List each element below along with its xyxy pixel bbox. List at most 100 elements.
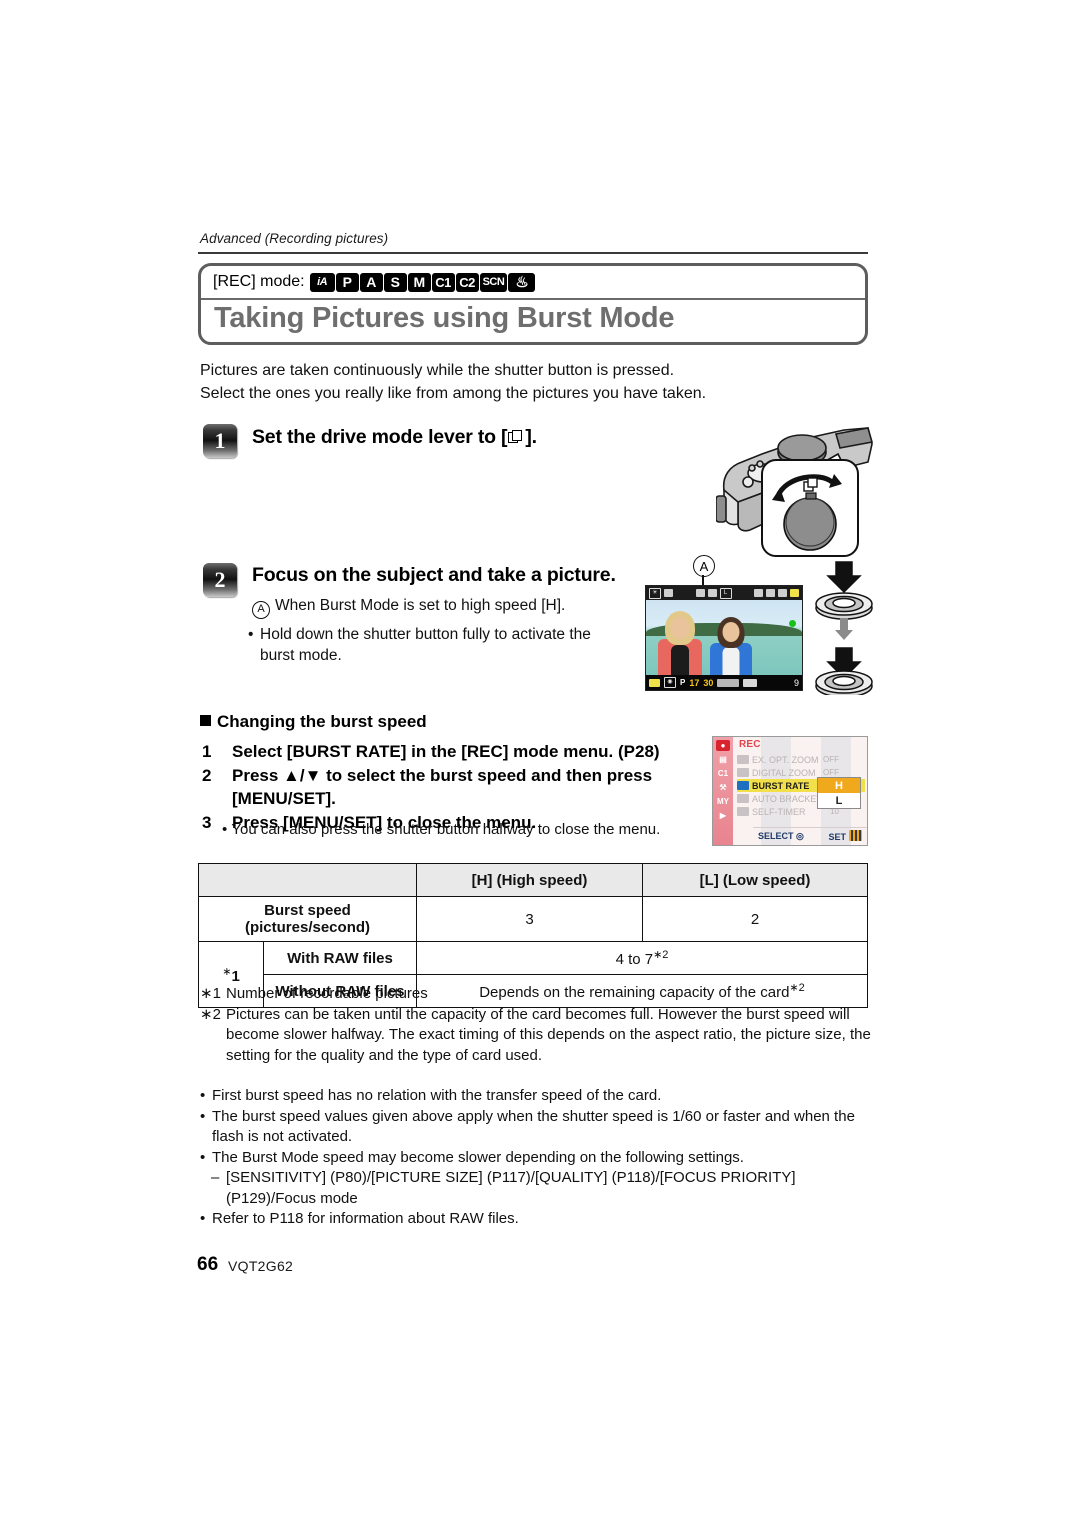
auto-bracket-icon xyxy=(737,794,749,803)
row-value-low: 2 xyxy=(642,896,868,942)
self-timer-icon xyxy=(737,807,749,816)
lcd-screen: ☀ L ◉ P 17 30 9 xyxy=(645,585,803,691)
menu-item-value: OFF xyxy=(823,755,839,764)
menu-tab-my-icon[interactable]: MY xyxy=(716,796,730,807)
step-1-badge: 1 xyxy=(203,424,237,458)
menu-tab-motion-icon[interactable]: ▤ xyxy=(716,754,730,765)
burst-section-note-text: You can also press the shutter button ha… xyxy=(231,821,661,838)
scene-person-right xyxy=(708,617,754,675)
menu-tab-rec-icon[interactable]: ● xyxy=(716,740,730,751)
step-2-bullet: • Hold down the shutter button fully to … xyxy=(248,624,608,666)
burst-step-1: 1 Select [BURST RATE] in the [REC] mode … xyxy=(200,740,710,763)
step-1-heading: Set the drive mode lever to []. xyxy=(252,426,537,449)
mode-c2-icon: C2 xyxy=(455,272,479,292)
menu-item-ex-opt-zoom[interactable]: EX. OPT. ZOOM OFF xyxy=(737,753,865,766)
step-2-badge: 2 xyxy=(203,563,237,597)
burst-drive-mode-icon xyxy=(508,430,524,445)
burst-rate-option-h[interactable]: H xyxy=(818,778,860,793)
burst-rate-option-l[interactable]: L xyxy=(818,793,860,808)
footnote-2-mark: ∗2 xyxy=(200,1005,221,1023)
set-button-icon xyxy=(849,830,862,841)
burst-step-1-number: 1 xyxy=(202,742,212,761)
mode-c1-icon: C1 xyxy=(431,272,455,292)
burst-step-2-text: Press ▲/▼ to select the burst speed and … xyxy=(232,766,653,808)
menu-item-label: EX. OPT. ZOOM xyxy=(752,754,819,765)
callout-a-marker: A xyxy=(252,600,270,619)
table-header-low: [L] (Low speed) xyxy=(642,863,868,897)
step-1-heading-after: ]. xyxy=(525,426,537,448)
lcd-remaining-shots: 9 xyxy=(793,677,799,688)
header-rule xyxy=(198,252,868,254)
bullet-marker: • xyxy=(200,1107,206,1125)
scene-person-left xyxy=(656,611,704,675)
bullet-marker: • xyxy=(222,821,232,838)
page-title: Taking Pictures using Burst Mode xyxy=(214,302,675,334)
burst-step-2: 2 Press ▲/▼ to select the burst speed an… xyxy=(200,764,710,810)
intro-paragraph: Pictures are taken continuously while th… xyxy=(200,359,880,405)
ex-opt-zoom-icon xyxy=(737,755,749,764)
table-header-row: [H] (High speed) [L] (Low speed) xyxy=(198,863,868,897)
quality-icon xyxy=(754,589,763,597)
document-code: VQT2G62 xyxy=(228,1258,294,1274)
rec-mode-row: [REC] mode: iA P A S M C1 C2 SCN ♨ xyxy=(201,266,865,300)
mode-dial-icon xyxy=(664,589,673,597)
table-row: Burst speed (pictures/second) 3 2 xyxy=(198,896,868,942)
mode-a-icon: A xyxy=(359,272,383,292)
burst-step-1-text: Select [BURST RATE] in the [REC] mode me… xyxy=(232,742,660,761)
step-2-callout-note: A When Burst Mode is set to high speed [H… xyxy=(252,597,565,619)
shutter-press-illustration xyxy=(810,560,880,698)
mode-ia-icon: iA xyxy=(309,272,335,292)
menu-tab-setup-icon[interactable]: ⚒ xyxy=(716,782,730,793)
mode-m-icon: M xyxy=(407,272,431,292)
bullet-marker: • xyxy=(200,1210,206,1227)
mode-p-icon: P xyxy=(335,272,359,292)
rec-mode-label: [REC] mode: xyxy=(213,273,305,290)
footnote-1-text: Number of recordable pictures xyxy=(226,985,428,1002)
lcd-status-bar-bottom: ◉ P 17 30 9 xyxy=(646,675,802,690)
footnote-1: ∗1 Number of recordable pictures xyxy=(200,984,876,1005)
intro-line-2: Select the ones you really like from amo… xyxy=(200,385,707,402)
stabilizer-icon xyxy=(778,589,787,597)
row-label-burst-speed: Burst speed (pictures/second) xyxy=(198,896,417,942)
note-bullet-3-sub: – [SENSITIVITY] (P80)/[PICTURE SIZE] (P1… xyxy=(200,1168,876,1209)
table-header-high: [H] (High speed) xyxy=(416,863,643,897)
square-bullet-icon xyxy=(200,715,211,726)
row-value-with-raw: 4 to 7∗2 xyxy=(416,941,868,975)
menu-item-label: DIGITAL ZOOM xyxy=(752,767,816,778)
footnotes-block: ∗1 Number of recordable pictures ∗2 Pict… xyxy=(200,984,876,1066)
note-bullet-1: • First burst speed has no relation with… xyxy=(200,1086,876,1107)
note-bullet-1-text: First burst speed has no relation with t… xyxy=(212,1087,662,1104)
note-bullet-3-text: The Burst Mode speed may become slower d… xyxy=(212,1148,744,1166)
bullet-marker: • xyxy=(200,1148,206,1166)
title-block: [REC] mode: iA P A S M C1 C2 SCN ♨ Takin… xyxy=(198,263,868,345)
camera-top-illustration xyxy=(715,418,876,560)
af-confirm-indicator xyxy=(789,620,796,627)
step-1-heading-before: Set the drive mode lever to [ xyxy=(252,426,508,448)
note-bullet-2: • The burst speed values given above app… xyxy=(200,1107,876,1148)
burst-step-3-number: 3 xyxy=(202,813,212,832)
footnote-2-text: Pictures can be taken until the capacity… xyxy=(226,1005,871,1064)
menu-tab-strip: ● ▤ C1 ⚒ MY ▶ xyxy=(713,737,733,845)
lcd-callout-a: A xyxy=(693,555,715,577)
menu-item-label: SELF-TIMER xyxy=(752,806,806,817)
dash-marker: – xyxy=(211,1169,220,1186)
table-row: ∗1 With RAW files 4 to 7∗2 xyxy=(198,941,868,1008)
row-value-high: 3 xyxy=(416,896,643,942)
burst-rate-icon xyxy=(737,781,749,790)
menu-tab-custom-icon[interactable]: C1 xyxy=(716,768,730,779)
note-bullet-2-text: The burst speed values given above apply… xyxy=(212,1107,855,1146)
bullet-marker: • xyxy=(200,1087,206,1104)
menu-item-label: AUTO BRACKET xyxy=(752,793,822,804)
af-area-icon xyxy=(743,678,758,687)
note-bullet-4-text: Refer to P118 for information about RAW … xyxy=(212,1210,519,1227)
running-head: Advanced (Recording pictures) xyxy=(200,231,389,246)
menu-tab-playback-icon[interactable]: ▶ xyxy=(716,810,730,821)
menu-item-value: OFF xyxy=(823,768,839,777)
page-number: 66 xyxy=(197,1254,219,1275)
lcd-shutter-value: 17 xyxy=(689,677,700,688)
intro-line-1: Pictures are taken continuously while th… xyxy=(200,362,675,379)
iso-icon xyxy=(649,678,660,687)
battery-icon xyxy=(790,589,799,597)
footnote-2: ∗2 Pictures can be taken until the capac… xyxy=(200,1005,876,1067)
picture-size-l-icon: L xyxy=(719,587,732,599)
